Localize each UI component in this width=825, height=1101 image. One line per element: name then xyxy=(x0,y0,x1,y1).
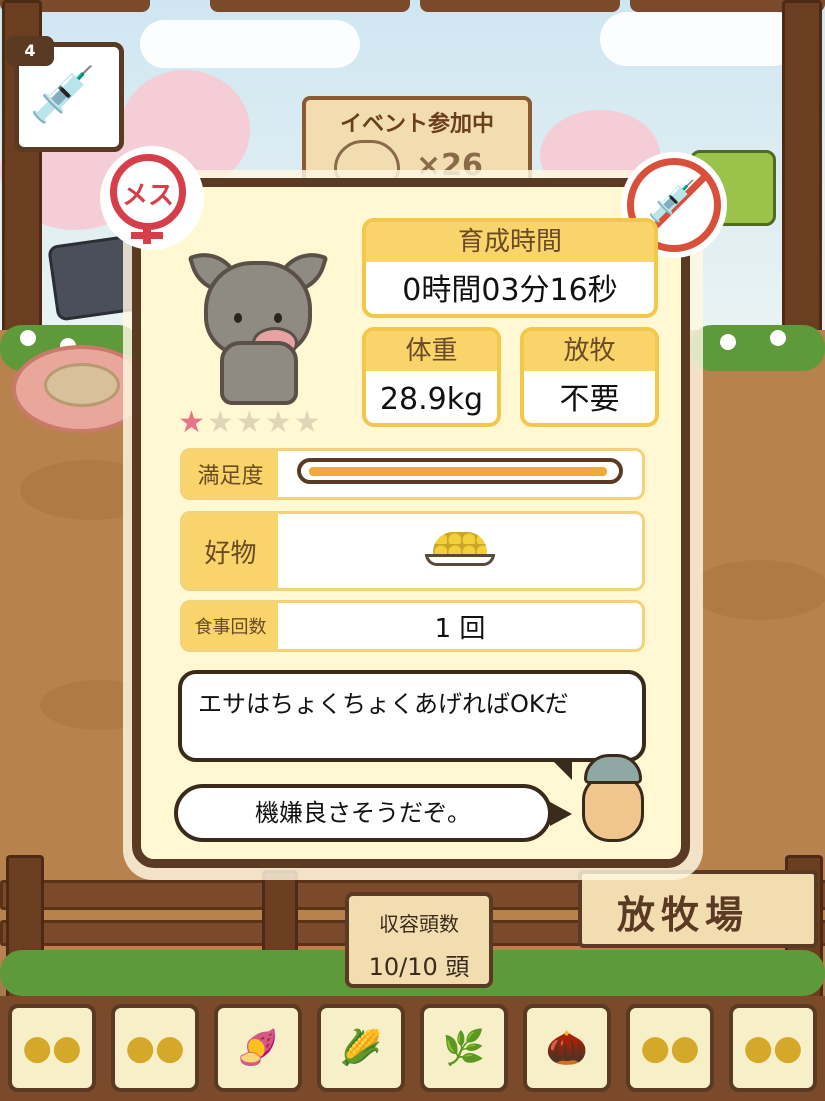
feed-slot-5[interactable]: 🌿 xyxy=(420,1004,508,1092)
feed-slot-8[interactable]: ●● xyxy=(729,1004,817,1092)
ranch-sign-label: 放牧場 xyxy=(616,893,749,937)
grazing-card: 放牧 不要 xyxy=(520,327,659,427)
fence-beam xyxy=(420,0,620,12)
feed-icon: 🍠 xyxy=(236,1028,280,1068)
grain-bowl-icon xyxy=(425,532,495,568)
female-symbol-icon: メス xyxy=(110,154,186,230)
syringe-icon: 💉 xyxy=(29,63,97,126)
ground-patch xyxy=(690,560,825,620)
syringe-icon: 💉 xyxy=(647,179,697,225)
pig-portrait xyxy=(187,243,329,405)
event-sign-label: イベント参加中 xyxy=(339,112,494,137)
ranch-sign[interactable]: 放牧場 xyxy=(578,870,818,948)
gender-badge: メス xyxy=(104,150,200,246)
feed-icon: 🌽 xyxy=(339,1028,383,1068)
mood-speech-bubble: 機嫌良さそうだぞ。 xyxy=(174,784,572,842)
grazing-value: 不要 xyxy=(559,382,620,417)
meal-count-value: 1 回 xyxy=(434,613,486,644)
farmer-speech-bubble: エサはちょくちょくあげればOKだ xyxy=(178,670,646,780)
farmer-avatar xyxy=(578,754,644,842)
feed-icon: ●● xyxy=(743,1028,803,1068)
feed-slot-1[interactable]: ●● xyxy=(8,1004,96,1092)
weight-value: 28.9kg xyxy=(379,382,484,417)
favorite-food-label: 好物 xyxy=(183,514,278,588)
feed-slot-3[interactable]: 🍠 xyxy=(214,1004,302,1092)
feed-icon: 🌰 xyxy=(545,1028,589,1068)
feed-icon: ●● xyxy=(640,1028,700,1068)
capacity-sign: 収容頭数 10/10 頭 xyxy=(345,892,493,988)
weight-label: 体重 xyxy=(366,331,497,371)
clover-flower xyxy=(720,334,736,350)
rating-star-icon: ★ xyxy=(264,405,294,440)
clover-flower xyxy=(770,330,786,346)
meal-count-label: 食事回数 xyxy=(183,603,278,649)
cloud xyxy=(600,12,800,66)
speech-line-1: エサはちょくちょくあげればOKだ xyxy=(198,690,569,718)
fence-beam xyxy=(210,0,410,12)
feed-icon: ●● xyxy=(22,1028,82,1068)
fence-post xyxy=(782,0,822,336)
rating-star-icon: ★ xyxy=(178,405,207,440)
favorite-food-row: 好物 xyxy=(180,511,645,591)
clover-flower xyxy=(20,330,36,346)
cloud xyxy=(140,20,360,68)
feed-slot-4[interactable]: 🌽 xyxy=(317,1004,405,1092)
pig-rating-stars: ★★★★★ xyxy=(178,408,323,438)
rating-star-icon: ★ xyxy=(293,405,323,440)
speech-line-2: 機嫌良さそうだぞ。 xyxy=(255,799,471,827)
capacity-value: 10/10 頭 xyxy=(368,953,470,981)
clover-hedge xyxy=(690,325,825,371)
satisfaction-meter xyxy=(297,458,623,484)
grazing-label: 放牧 xyxy=(524,331,655,371)
meal-count-row: 食事回数 1 回 xyxy=(180,600,645,652)
capacity-label: 収容頭数 xyxy=(379,912,459,936)
satisfaction-meter-fill xyxy=(309,467,607,476)
satisfaction-row: 満足度 xyxy=(180,448,645,500)
rating-star-icon: ★ xyxy=(235,405,265,440)
feed-slot-7[interactable]: ●● xyxy=(626,1004,714,1092)
gender-label: メス xyxy=(121,181,174,211)
feed-slot-2[interactable]: ●● xyxy=(111,1004,199,1092)
feed-icon: 🌿 xyxy=(442,1028,486,1068)
satisfaction-label: 満足度 xyxy=(183,451,278,497)
syringe-count-badge: 4 xyxy=(6,36,54,66)
feed-slot-6[interactable]: 🌰 xyxy=(523,1004,611,1092)
growth-time-card: 育成時間 0時間03分16秒 xyxy=(362,218,658,318)
weight-card: 体重 28.9kg xyxy=(362,327,501,427)
feed-icon: ●● xyxy=(125,1028,185,1068)
rating-star-icon: ★ xyxy=(206,405,236,440)
growth-time-value: 0時間03分16秒 xyxy=(402,273,618,308)
growth-time-label: 育成時間 xyxy=(366,222,654,262)
